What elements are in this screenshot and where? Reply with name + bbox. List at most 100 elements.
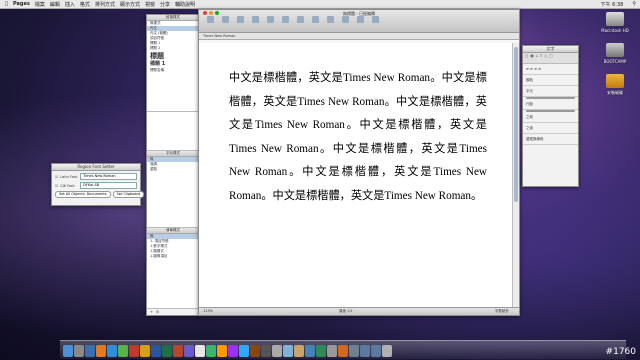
mail-icon[interactable] <box>85 345 95 357</box>
table-toolbar-icon[interactable] <box>267 16 274 23</box>
inspector-text-icon[interactable]: T <box>540 54 542 62</box>
comment-toolbar-icon[interactable] <box>297 16 304 23</box>
style-item-heading[interactable]: 標題 <box>147 51 199 61</box>
numbers-icon[interactable] <box>316 345 326 357</box>
list-styles-list: 無 1. 項目符號 1.數字樣式 1.階層式 1.圖像項目 <box>147 234 199 309</box>
finder-icon[interactable] <box>63 345 73 357</box>
inspector-layout-icon[interactable]: ▦ <box>530 54 533 62</box>
latin-font-checkbox[interactable]: ☑ <box>55 175 58 179</box>
utility-icon[interactable] <box>272 345 282 357</box>
inspector-line-row[interactable]: 行距 <box>523 99 578 110</box>
inspector-graphic-icon[interactable]: ○ <box>544 54 547 62</box>
text-edit-icon[interactable] <box>294 345 304 357</box>
close-window-icon[interactable] <box>203 11 207 15</box>
word-icon[interactable] <box>151 345 161 357</box>
style-item-heading-1[interactable]: 標題 1 <box>147 61 199 68</box>
char-style-item[interactable]: 重點 <box>147 167 199 172</box>
sections-toolbar-icon[interactable] <box>222 16 229 23</box>
menu-help[interactable]: 輔助說明 <box>175 1 195 8</box>
menu-share[interactable]: 分享 <box>160 1 170 8</box>
share-toolbar-icon[interactable] <box>312 16 319 23</box>
app-store-icon[interactable] <box>283 345 293 357</box>
terminal-icon[interactable] <box>261 345 271 357</box>
scroll-thumb[interactable] <box>514 47 518 202</box>
menu-view[interactable]: 顯示方式 <box>120 1 140 8</box>
menu-format[interactable]: 格式 <box>80 1 90 8</box>
font-dialog-title: Region Font Setter <box>52 164 140 171</box>
system-preferences-icon[interactable] <box>74 345 84 357</box>
calendar-icon[interactable] <box>129 345 139 357</box>
disk-image-icon <box>606 74 624 88</box>
cjk-font-checkbox[interactable]: ☑ <box>55 184 58 188</box>
list-style-item[interactable]: 1.圖像項目 <box>147 254 199 259</box>
inspector-wrap-icon[interactable]: ▫ <box>536 54 538 62</box>
set-all-button[interactable]: Set All Objects' Documents <box>55 191 111 198</box>
document-body-text[interactable]: 中文是標楷體，英文是Times New Roman。中文是標楷體，英文是Time… <box>229 67 487 208</box>
inspector-color-row[interactable]: 顏色 <box>523 75 578 86</box>
shapes-toolbar-icon[interactable] <box>252 16 259 23</box>
desktop-icon-bootcamp[interactable]: BOOTCAMP <box>600 43 630 64</box>
applications-folder-icon[interactable] <box>349 345 359 357</box>
format-bar: Times New Roman <box>199 33 519 40</box>
chart-toolbar-icon[interactable] <box>282 16 289 23</box>
illustrator-icon[interactable] <box>217 345 227 357</box>
keynote-icon[interactable] <box>305 345 315 357</box>
desktop-icon-hd[interactable]: Macintosh HD <box>600 12 630 33</box>
inspector-alignment-row[interactable]: ≡ ≡ ≡ ≡ <box>523 64 578 75</box>
latin-font-select[interactable]: Times New Roman <box>80 173 137 180</box>
add-style-icon[interactable]: + <box>150 310 153 315</box>
menu-arrange[interactable]: 排列方式 <box>95 1 115 8</box>
safari-icon[interactable] <box>107 345 117 357</box>
excel-icon[interactable] <box>162 345 172 357</box>
fonts-toolbar-icon[interactable] <box>372 16 379 23</box>
menu-window[interactable]: 視窗 <box>145 1 155 8</box>
apple-menu-icon[interactable]:  <box>5 1 8 7</box>
desktop-icon-disk[interactable]: 安裝磁碟 <box>600 74 630 96</box>
dictionary-icon[interactable] <box>338 345 348 357</box>
menu-edit[interactable]: 編輯 <box>50 1 60 8</box>
facetime-icon[interactable] <box>206 345 216 357</box>
documents-folder-icon[interactable] <box>360 345 370 357</box>
dock <box>60 340 626 359</box>
media-toolbar-icon[interactable] <box>342 16 349 23</box>
menu-pages[interactable]: Pages <box>13 1 30 7</box>
textbox-toolbar-icon[interactable] <box>237 16 244 23</box>
inspector-after-row[interactable]: 之後 <box>523 123 578 134</box>
indesign-icon[interactable] <box>228 345 238 357</box>
view-toolbar-icon[interactable] <box>207 16 214 23</box>
menu-file[interactable]: 檔案 <box>35 1 45 8</box>
inspector-before-row[interactable]: 之前 <box>523 112 578 123</box>
inspector-character-row[interactable]: 字元 <box>523 86 578 97</box>
preview-icon[interactable] <box>195 345 205 357</box>
style-options-icon[interactable]: ⚙ <box>156 310 159 315</box>
document-page[interactable]: 中文是標楷體，英文是Times New Roman。中文是標楷體，英文是Time… <box>199 43 513 308</box>
menubar-clock[interactable]: 下午 6:38 <box>601 1 624 8</box>
colors-toolbar-icon[interactable] <box>357 16 364 23</box>
notes-icon[interactable] <box>140 345 150 357</box>
firefox-icon[interactable] <box>96 345 106 357</box>
style-item[interactable]: 標題名稱 <box>147 68 199 73</box>
word-count[interactable]: 字數統計 <box>495 308 509 315</box>
zoom-window-icon[interactable] <box>215 11 219 15</box>
minimize-window-icon[interactable] <box>209 11 213 15</box>
spotlight-icon[interactable]: ⚲ <box>632 1 636 7</box>
menu-insert[interactable]: 插入 <box>65 1 75 8</box>
inspector-borders-row[interactable]: 邊框與線段 <box>523 134 578 145</box>
trash-icon[interactable] <box>382 345 392 357</box>
pages-app-icon[interactable] <box>250 345 260 357</box>
downloads-folder-icon[interactable] <box>371 345 381 357</box>
cjk-font-select[interactable]: DFKai-SB <box>80 182 137 189</box>
cjk-font-label: CJK Font <box>60 183 75 188</box>
format-bar-font[interactable]: Times New Roman <box>203 34 235 38</box>
powerpoint-icon[interactable] <box>173 345 183 357</box>
inspector-toolbar-icon[interactable] <box>327 16 334 23</box>
itunes-icon[interactable] <box>184 345 194 357</box>
vertical-scrollbar[interactable] <box>512 43 519 308</box>
inspector-doc-icon[interactable]: □ <box>525 54 528 62</box>
photoshop-icon[interactable] <box>239 345 249 357</box>
activity-monitor-icon[interactable] <box>327 345 337 357</box>
zoom-level[interactable]: 125% <box>203 308 213 315</box>
set-clipboard-button[interactable]: Set Clipboard <box>112 191 145 198</box>
messages-icon[interactable] <box>118 345 128 357</box>
inspector-metrics-icon[interactable]: ▢ <box>549 54 552 62</box>
